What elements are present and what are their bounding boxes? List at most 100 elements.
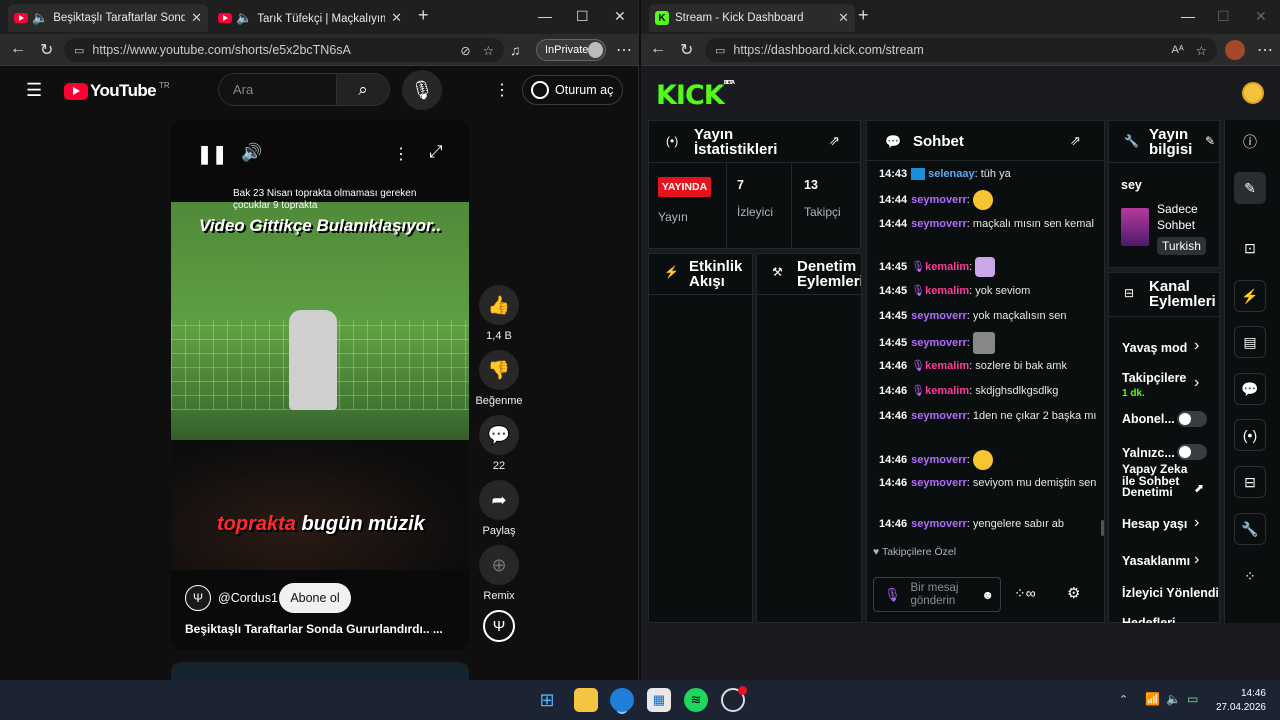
tab-kick-dashboard[interactable]: K Stream - Kick Dashboard ✕: [649, 4, 855, 32]
edge-browser-icon[interactable]: [610, 688, 634, 712]
chat-username[interactable]: seymoverr: [911, 518, 967, 530]
chat-message[interactable]: 14:45 seymoverr:: [879, 332, 1099, 354]
slow-mode-label[interactable]: Yavaş mod: [1122, 341, 1187, 355]
chat-username[interactable]: kemalim: [925, 385, 969, 397]
chat-message[interactable]: 14:46 seymoverr: yengelere sabır ab: [879, 516, 1099, 532]
short-title[interactable]: Beşiktaşlı Taraftarlar Sonda Gururlandır…: [185, 622, 455, 636]
close-tab-icon[interactable]: ✕: [185, 10, 202, 26]
more-menu-icon[interactable]: ⋯: [1257, 40, 1273, 60]
dislike-button[interactable]: 👎: [479, 350, 519, 390]
viewer-redirect-label[interactable]: İzleyici Yönlendir: [1122, 586, 1218, 600]
close-tab-icon[interactable]: ✕: [385, 10, 402, 26]
hamburger-menu-icon[interactable]: ☰: [26, 80, 42, 101]
chevron-right-icon[interactable]: ›: [1194, 514, 1199, 532]
chat-message-input[interactable]: 🎙 Bir mesaj gönderin ☻: [873, 577, 1001, 612]
chat-message[interactable]: 14:46 seymoverr: seviyom mu demiştin sen: [879, 475, 1099, 491]
refresh-icon[interactable]: ↻: [40, 40, 53, 60]
store-icon[interactable]: ▦: [647, 688, 671, 712]
settings-menu-icon[interactable]: ⋮: [494, 80, 510, 100]
chat-message[interactable]: 14:43 selenaay: tüh ya: [879, 166, 1099, 182]
kick-logo[interactable]: KICKBETA: [656, 80, 735, 111]
minimize-icon[interactable]: —: [1181, 8, 1195, 24]
edit-pencil-icon[interactable]: ✎: [1205, 134, 1215, 148]
layout-button[interactable]: ⊟: [1234, 466, 1266, 498]
url-field[interactable]: ▭ https://www.youtube.com/shorts/e5x2bcT…: [64, 38, 504, 62]
chevron-up-icon[interactable]: ⌃: [1119, 693, 1128, 706]
profile-avatar-icon[interactable]: [1225, 40, 1245, 60]
tab-youtube-music[interactable]: 🔈 Tarık Tüfekçi | Maçkalıyım 🎧 ✕: [212, 4, 408, 32]
site-info-icon[interactable]: ▭: [715, 44, 725, 57]
speaker-icon[interactable]: 🔈: [32, 10, 48, 26]
maximize-icon[interactable]: ☐: [576, 8, 589, 25]
chat-message[interactable]: 14:46 🎙kemalim: skdjghsdlkgsdlkg: [879, 383, 1099, 399]
tools-button[interactable]: 🔧: [1234, 513, 1266, 545]
spotify-icon[interactable]: ≋: [684, 688, 708, 712]
new-tab-icon[interactable]: +: [858, 5, 869, 26]
search-button[interactable]: ⌕: [336, 73, 390, 106]
chat-message[interactable]: 14:44 seymoverr: maçkalı mısın sen kemal: [879, 216, 1099, 232]
chat-scrollbar[interactable]: [1101, 520, 1104, 536]
channel-avatar[interactable]: Ψ: [185, 585, 211, 611]
ai-moderation-label[interactable]: Yapay Zeka ile Sohbet Denetimi: [1122, 463, 1188, 499]
next-short-preview[interactable]: [171, 662, 469, 680]
pause-icon[interactable]: ❚❚: [197, 144, 227, 165]
clock[interactable]: 14:46 27.04.2026: [1210, 687, 1266, 715]
fullscreen-icon[interactable]: ⤢: [429, 142, 443, 162]
chat-username[interactable]: seymoverr: [911, 477, 967, 489]
chat-message[interactable]: 14:44 seymoverr:: [879, 190, 1099, 210]
account-age-label[interactable]: Hesap yaşı: [1122, 517, 1187, 531]
short-player[interactable]: ❚❚ 🔊 ⋮ ⤢ Bak 23 Nisan toprakta olmaması …: [171, 120, 469, 650]
share-button[interactable]: ➦: [479, 480, 519, 520]
site-info-icon[interactable]: ▭: [74, 44, 84, 57]
search-input[interactable]: Ara: [218, 73, 336, 106]
more-menu-icon[interactable]: ⋯: [616, 40, 632, 60]
chat-username[interactable]: kemalim: [925, 360, 969, 372]
info-button[interactable]: ⓘ: [1234, 126, 1266, 158]
chat-button[interactable]: 💬: [1234, 373, 1266, 405]
minimize-icon[interactable]: —: [538, 8, 552, 24]
followers-only-action[interactable]: Takipçilere 1 dk.: [1122, 371, 1188, 399]
raid-button[interactable]: ⚡: [1234, 280, 1266, 312]
speaker-icon[interactable]: 🔈: [236, 10, 252, 26]
notes-button[interactable]: ▤: [1234, 326, 1266, 358]
popout-icon[interactable]: ⇗: [1070, 133, 1081, 149]
channel-name[interactable]: @Cordus1: [218, 591, 278, 605]
banned-users-label[interactable]: Yasaklanmı: [1122, 554, 1190, 568]
chat-username[interactable]: seymoverr: [911, 194, 967, 206]
user-avatar[interactable]: [1242, 82, 1264, 104]
back-icon[interactable]: ←: [650, 40, 666, 58]
audio-source-avatar[interactable]: Ψ: [483, 610, 515, 642]
chat-username[interactable]: seymoverr: [911, 218, 967, 230]
chat-username[interactable]: seymoverr: [911, 337, 967, 349]
goals-label[interactable]: Hedefleri: [1122, 616, 1176, 623]
voice-search-button[interactable]: 🎙: [402, 70, 442, 110]
emoji-picker-icon[interactable]: ☻: [981, 588, 994, 602]
emotes-only-toggle[interactable]: [1177, 444, 1207, 460]
youtube-logo[interactable]: YouTube TR: [64, 81, 170, 101]
start-windows-icon[interactable]: ⊞: [535, 688, 559, 712]
chat-settings-gear-icon[interactable]: ⚙: [1067, 584, 1080, 602]
favorite-star-icon[interactable]: ☆: [483, 43, 494, 58]
inprivate-badge[interactable]: InPrivate: [536, 39, 606, 61]
wifi-icon[interactable]: 📶: [1145, 692, 1160, 706]
tab-youtube-short[interactable]: 🔈 Beşiktaşlı Taraftarlar Sonda Gu ✕: [8, 4, 208, 32]
chat-username[interactable]: selenaay: [928, 168, 974, 180]
tracking-icon[interactable]: ⊘: [460, 43, 470, 58]
remix-button[interactable]: ⊕: [479, 545, 519, 585]
back-icon[interactable]: ←: [10, 40, 26, 58]
chat-message[interactable]: 14:45 seymoverr: yok maçkalısın sen: [879, 308, 1099, 324]
favorite-star-icon[interactable]: ☆: [1196, 43, 1207, 58]
subscribe-button[interactable]: Abone ol: [279, 583, 351, 613]
kick-points-button[interactable]: ⁘: [1234, 560, 1266, 592]
chevron-right-icon[interactable]: ›: [1194, 374, 1199, 392]
chat-message[interactable]: 14:46 seymoverr:: [879, 450, 1099, 470]
subscribers-only-toggle[interactable]: [1177, 411, 1207, 427]
file-explorer-icon[interactable]: [574, 688, 598, 712]
chevron-right-icon[interactable]: ›: [1194, 337, 1199, 355]
media-control-icon[interactable]: ♫: [510, 42, 521, 58]
close-tab-icon[interactable]: ✕: [832, 10, 849, 26]
edit-stream-button[interactable]: ✎: [1234, 172, 1266, 204]
read-aloud-icon[interactable]: Aᴬ: [1171, 44, 1183, 56]
volume-icon[interactable]: 🔊: [241, 143, 262, 163]
volume-icon[interactable]: 🔈: [1166, 692, 1181, 706]
